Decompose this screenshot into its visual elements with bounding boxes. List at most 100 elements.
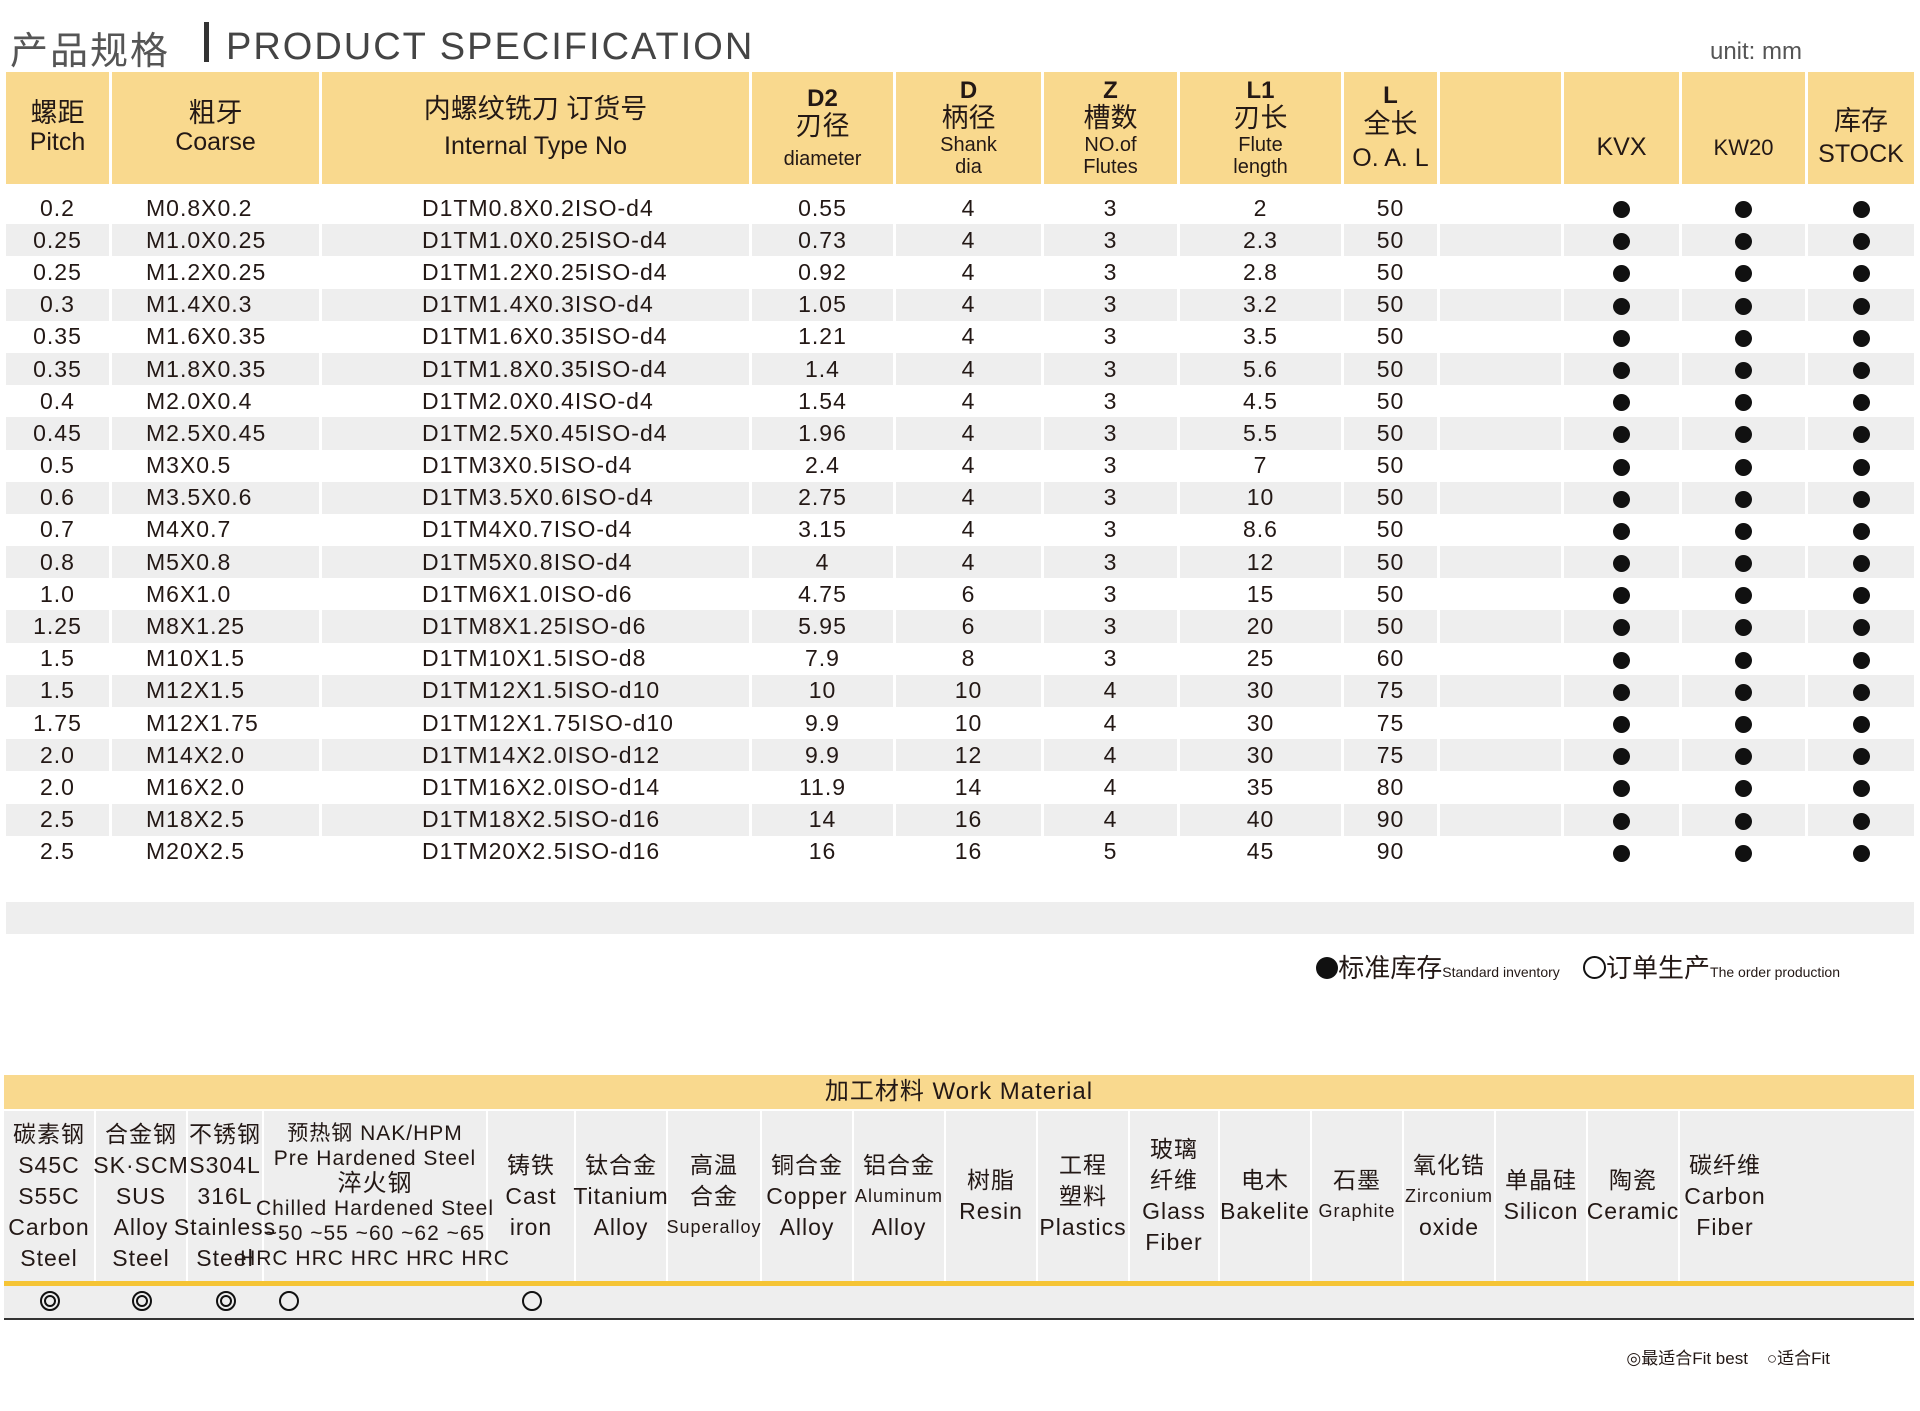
cell-kw20 <box>1682 513 1808 547</box>
cell-l: 50 <box>1344 385 1440 418</box>
material-label: Fiber <box>1696 1213 1754 1240</box>
fit-best-icon <box>215 1290 237 1312</box>
material-column: 工程 塑料 Plastics <box>1038 1111 1130 1281</box>
material-label: iron <box>509 1213 553 1240</box>
material-column: 电木 Bakelite <box>1220 1111 1312 1281</box>
cell-pitch: 1.0 <box>6 578 112 611</box>
cell-stock <box>1808 578 1914 611</box>
material-column: 玻璃 纤维 Glass Fiber <box>1130 1111 1220 1281</box>
filled-dot-icon <box>1613 651 1630 669</box>
cell-d2: 11.9 <box>752 771 896 804</box>
cell-stock <box>1808 288 1914 321</box>
cell-l1: 15 <box>1180 578 1344 611</box>
material-label: 塑料 <box>1059 1182 1107 1209</box>
cell-z: 4 <box>1044 739 1180 772</box>
cell-d: 4 <box>896 320 1044 353</box>
material-label: Titanium <box>573 1182 669 1209</box>
filled-dot-icon <box>1735 683 1752 701</box>
col-pitch: 螺距 Pitch <box>6 72 112 184</box>
cell-d2: 1.4 <box>752 352 896 386</box>
filled-dot-icon <box>1735 748 1752 766</box>
cell-z: 3 <box>1044 642 1180 675</box>
cell-stock <box>1808 256 1914 289</box>
cell-order: D1TM18X2.5ISO-d16 <box>322 803 752 836</box>
material-label: Chilled Hardened Steel <box>256 1197 494 1220</box>
filled-dot-icon <box>1852 426 1870 444</box>
cell-d: 14 <box>896 771 1044 804</box>
material-label: 合金 <box>690 1182 738 1209</box>
cell-l1: 3.2 <box>1180 288 1344 321</box>
cell-l1: 40 <box>1180 803 1344 836</box>
filled-dot-icon <box>1613 394 1630 412</box>
filled-dot-icon <box>1613 458 1630 476</box>
cell-order: D1TM4X0.7ISO-d4 <box>322 513 752 547</box>
cell-d: 4 <box>896 385 1044 418</box>
cell-d: 4 <box>896 352 1044 386</box>
legend-order-cn: 订单生产 <box>1606 953 1711 983</box>
cell-coarse: M10X1.5 <box>112 642 322 675</box>
cell-d2: 0.92 <box>752 256 896 289</box>
cell-z: 3 <box>1044 256 1180 289</box>
cell-kw20 <box>1682 674 1808 707</box>
cell-blank <box>1440 578 1564 611</box>
cell-pitch: 0.2 <box>6 192 112 225</box>
cell-kw20 <box>1682 481 1808 514</box>
material-label: Copper <box>766 1182 848 1209</box>
cell-coarse: M1.4X0.3 <box>112 288 322 321</box>
filled-dot-icon <box>1735 555 1752 573</box>
filled-dot-icon <box>1316 957 1339 979</box>
cell-l1: 45 <box>1180 835 1344 868</box>
cell-kw20 <box>1682 739 1808 772</box>
material-label: Aluminum <box>854 1185 944 1206</box>
material-label: S304L <box>189 1151 261 1178</box>
cell-d: 4 <box>896 481 1044 514</box>
cell-d2: 1.96 <box>752 417 896 450</box>
material-label: 陶瓷 <box>1609 1167 1657 1193</box>
material-label: 工程 <box>1059 1151 1107 1178</box>
cell-kw20 <box>1682 192 1808 225</box>
cell-pitch: 0.35 <box>6 320 112 353</box>
cell-stock <box>1808 707 1914 740</box>
cell-stock <box>1808 771 1914 804</box>
cell-order: D1TM1.6X0.35ISO-d4 <box>322 320 752 353</box>
fit-icon <box>521 1290 543 1312</box>
material-column: 高温 合金 Superalloy <box>666 1111 762 1281</box>
cell-blank <box>1440 835 1564 868</box>
cell-d2: 4.75 <box>752 578 896 611</box>
cell-pitch: 1.5 <box>6 674 112 707</box>
cell-pitch: 0.25 <box>6 224 112 257</box>
cell-l: 50 <box>1344 449 1440 482</box>
cell-kvx <box>1564 288 1682 321</box>
filled-dot-icon <box>1852 458 1870 476</box>
table-row: 2.0 M16X2.0 D1TM16X2.0ISO-d14 11.9 14 4 35 80 <box>6 771 1914 804</box>
cell-d: 4 <box>896 288 1044 321</box>
material-column: 单晶硅 Silicon <box>1496 1111 1588 1281</box>
cell-kvx <box>1564 642 1682 675</box>
material-label: Bakelite <box>1220 1198 1310 1224</box>
filled-dot-icon <box>1735 490 1752 508</box>
cell-order: D1TM16X2.0ISO-d14 <box>322 771 752 804</box>
cell-z: 3 <box>1044 320 1180 353</box>
cell-pitch: 2.0 <box>6 739 112 772</box>
cell-blank <box>1440 417 1564 450</box>
cell-l: 50 <box>1344 610 1440 643</box>
cell-order: D1TM1.2X0.25ISO-d4 <box>322 256 752 289</box>
filled-dot-icon <box>1613 780 1630 798</box>
cell-z: 4 <box>1044 803 1180 836</box>
cell-l: 50 <box>1344 578 1440 611</box>
cell-l1: 12 <box>1180 546 1344 579</box>
material-label: HRC HRC HRC HRC HRC <box>240 1247 510 1270</box>
material-label: Cast <box>505 1182 557 1209</box>
cell-z: 3 <box>1044 578 1180 611</box>
cell-pitch: 1.25 <box>6 610 112 643</box>
cell-order: D1TM20X2.5ISO-d16 <box>322 835 752 868</box>
cell-stock <box>1808 610 1914 643</box>
legend-order-en: The order production <box>1710 964 1840 980</box>
cell-blank <box>1440 288 1564 321</box>
material-label: Alloy <box>871 1213 927 1240</box>
material-column: 氧化锆 Zirconium oxide <box>1404 1111 1496 1281</box>
cell-d2: 1.54 <box>752 385 896 418</box>
cell-pitch: 0.3 <box>6 288 112 321</box>
cell-kw20 <box>1682 771 1808 804</box>
table-row: 1.5 M10X1.5 D1TM10X1.5ISO-d8 7.9 8 3 25 60 <box>6 642 1914 675</box>
